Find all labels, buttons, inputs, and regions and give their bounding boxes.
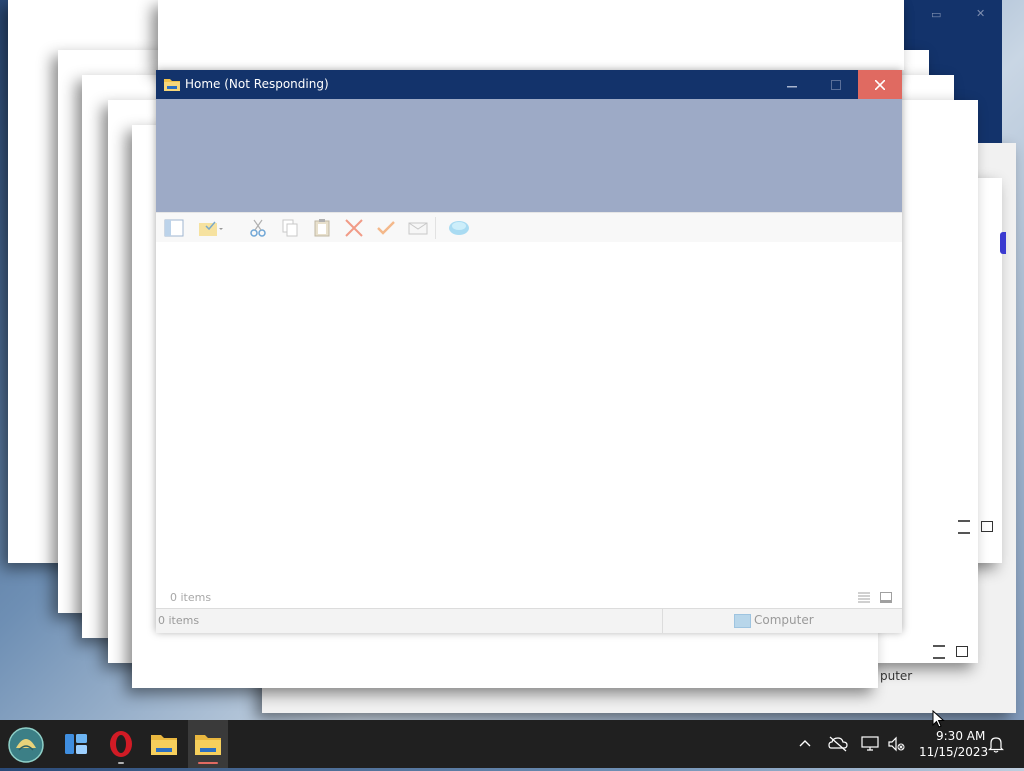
map-drive-icon[interactable] bbox=[447, 219, 471, 237]
clock-date[interactable]: 11/15/2023 bbox=[919, 745, 988, 759]
properties-icon[interactable] bbox=[198, 219, 224, 237]
file-explorer-active-button[interactable] bbox=[188, 720, 228, 768]
mouse-cursor-icon bbox=[932, 710, 945, 728]
large-icons-view-icon[interactable] bbox=[880, 592, 892, 603]
file-explorer-icon bbox=[151, 735, 177, 755]
status-location-label: Computer bbox=[754, 613, 814, 627]
file-explorer-icon bbox=[195, 735, 221, 755]
folder-icon bbox=[164, 79, 180, 91]
widgets-button[interactable] bbox=[56, 720, 96, 768]
paste-icon[interactable] bbox=[312, 219, 332, 237]
email-icon[interactable] bbox=[408, 219, 428, 237]
ghost-list-view-icon bbox=[958, 520, 970, 534]
running-indicator bbox=[118, 762, 124, 764]
status-bar: 0 items Computer bbox=[156, 608, 902, 633]
clock-time[interactable]: 9:30 AM bbox=[936, 729, 985, 743]
maximize-button[interactable] bbox=[814, 70, 858, 99]
ghost-details-view-icon bbox=[981, 521, 993, 532]
details-view-icon[interactable] bbox=[858, 592, 870, 603]
delete-icon[interactable] bbox=[344, 219, 364, 237]
widgets-icon bbox=[65, 734, 87, 754]
file-list-area[interactable] bbox=[156, 242, 902, 588]
minimize-icon bbox=[787, 85, 797, 87]
close-icon bbox=[874, 78, 886, 91]
file-explorer-window: Home (Not Responding) 0 items 0 items Co… bbox=[156, 70, 902, 633]
notification-icon[interactable] bbox=[988, 735, 1004, 753]
ribbon-area bbox=[156, 99, 902, 212]
computer-icon bbox=[734, 614, 751, 628]
start-button[interactable] bbox=[6, 720, 46, 768]
ghost-status-location: puter bbox=[880, 669, 913, 683]
opera-browser-button[interactable] bbox=[101, 720, 141, 768]
volume-muted-icon[interactable] bbox=[887, 736, 905, 752]
title-bar[interactable]: Home (Not Responding) bbox=[156, 70, 902, 99]
opera-icon bbox=[110, 731, 132, 757]
ghost-accent-tab bbox=[1000, 232, 1006, 254]
toolbar-separator bbox=[435, 217, 436, 239]
rename-icon[interactable] bbox=[376, 219, 396, 237]
status-item-count-inner: 0 items bbox=[170, 591, 212, 604]
quick-toolbar bbox=[156, 212, 902, 243]
ghost-details-view-icon-2 bbox=[956, 646, 968, 657]
maximize-icon bbox=[831, 79, 841, 90]
minimize-button[interactable] bbox=[770, 70, 814, 99]
copy-icon[interactable] bbox=[280, 219, 300, 237]
window-title: Home (Not Responding) bbox=[185, 77, 329, 91]
navigation-pane-icon[interactable] bbox=[164, 219, 184, 237]
network-icon[interactable] bbox=[861, 736, 879, 752]
onedrive-icon[interactable] bbox=[828, 736, 848, 752]
cut-icon[interactable] bbox=[248, 219, 268, 237]
start-icon bbox=[8, 727, 44, 763]
active-indicator bbox=[198, 762, 218, 764]
status-item-count: 0 items bbox=[158, 614, 200, 627]
ghost-maximize-icon: ▭ bbox=[931, 8, 942, 21]
file-explorer-button[interactable] bbox=[144, 720, 184, 768]
chevron-up-icon[interactable] bbox=[799, 738, 811, 748]
ghost-list-view-icon-2 bbox=[933, 645, 945, 659]
ghost-close-icon: ✕ bbox=[976, 7, 986, 20]
ghost-window-top bbox=[158, 0, 904, 70]
status-separator bbox=[662, 609, 663, 633]
close-button[interactable] bbox=[858, 70, 902, 99]
status-location: Computer bbox=[734, 613, 814, 628]
